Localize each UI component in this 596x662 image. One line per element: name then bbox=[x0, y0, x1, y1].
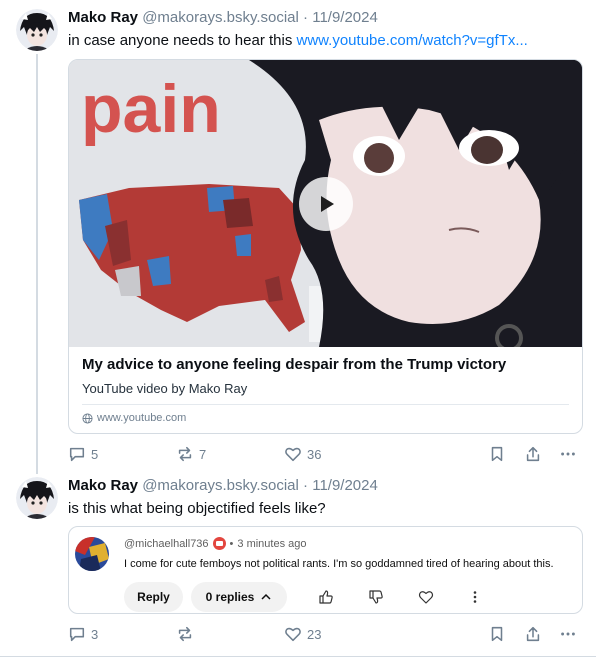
feed-divider bbox=[0, 656, 596, 657]
commenter-avatar bbox=[75, 537, 109, 571]
card-title[interactable]: My advice to anyone feeling despair from… bbox=[82, 356, 569, 373]
embedded-comment-screenshot[interactable]: @michaelhall736 • 3 minutes ago I come f… bbox=[68, 526, 583, 614]
more-button[interactable] bbox=[559, 445, 577, 463]
comment-reply-label: Reply bbox=[137, 590, 170, 604]
more-button[interactable] bbox=[559, 625, 577, 643]
repost-icon bbox=[178, 446, 192, 462]
chevron-up-icon bbox=[261, 593, 271, 600]
like-icon bbox=[285, 627, 301, 642]
avatar[interactable] bbox=[16, 477, 58, 519]
like-count: 23 bbox=[307, 626, 322, 642]
reply-button[interactable]: 3 bbox=[68, 625, 98, 643]
repost-count: 7 bbox=[199, 446, 207, 462]
thumb-word: pain bbox=[81, 71, 221, 147]
like-button[interactable]: 23 bbox=[284, 625, 321, 643]
thumbs-down-icon bbox=[369, 590, 383, 604]
meta-dot: • bbox=[229, 537, 234, 550]
commenter-handle: @michaelhall736 bbox=[124, 537, 209, 550]
thumbs-up-icon bbox=[319, 590, 333, 604]
like-count: 36 bbox=[307, 446, 322, 462]
card-domain-text: www.youtube.com bbox=[97, 412, 187, 424]
play-button[interactable] bbox=[299, 177, 353, 231]
repost-icon bbox=[178, 626, 192, 642]
reply-button[interactable]: 5 bbox=[68, 445, 98, 463]
post-actions: 3 23 bbox=[68, 625, 583, 645]
card-divider bbox=[82, 404, 569, 405]
bookmark-icon bbox=[491, 626, 503, 642]
author-name[interactable]: Mako Ray bbox=[68, 477, 138, 494]
comment-replies-toggle: 0 replies bbox=[191, 582, 287, 612]
card-body: My advice to anyone feeling despair from… bbox=[82, 356, 569, 424]
post-date[interactable]: 11/9/2024 bbox=[312, 9, 378, 26]
repost-button[interactable]: 7 bbox=[176, 445, 206, 463]
card-domain: www.youtube.com bbox=[82, 412, 569, 424]
separator: · bbox=[303, 9, 309, 26]
reply-count: 5 bbox=[91, 446, 99, 462]
comment-text: I come for cute femboys not political ra… bbox=[124, 558, 554, 570]
heart-icon bbox=[418, 591, 434, 604]
like-button[interactable]: 36 bbox=[284, 445, 321, 463]
avatar[interactable] bbox=[16, 9, 58, 51]
author-handle[interactable]: @makorays.bsky.social bbox=[142, 477, 299, 494]
share-button[interactable] bbox=[524, 445, 542, 463]
author-handle[interactable]: @makorays.bsky.social bbox=[142, 9, 299, 26]
bookmark-button[interactable] bbox=[488, 445, 506, 463]
post-body: in case anyone needs to hear this bbox=[68, 32, 297, 49]
link-card[interactable]: pain My advice to anyone feeling despair… bbox=[68, 59, 583, 434]
video-thumbnail[interactable]: pain bbox=[69, 60, 582, 347]
share-icon bbox=[526, 446, 540, 462]
post-text: is this what being objectified feels lik… bbox=[68, 500, 326, 517]
comment-time: 3 minutes ago bbox=[237, 537, 307, 550]
share-icon bbox=[526, 626, 540, 642]
post-header: Mako Ray @makorays.bsky.social · 11/9/20… bbox=[68, 9, 378, 26]
reply-icon bbox=[69, 447, 85, 462]
play-icon bbox=[321, 196, 334, 212]
reply-count: 3 bbox=[91, 626, 99, 642]
globe-icon bbox=[82, 412, 93, 424]
post-text: in case anyone needs to hear this www.yo… bbox=[68, 32, 528, 49]
author-name[interactable]: Mako Ray bbox=[68, 9, 138, 26]
comment-meta: @michaelhall736 • 3 minutes ago bbox=[124, 537, 307, 550]
comment-reply-button: Reply bbox=[124, 582, 183, 612]
thread-connector-line bbox=[36, 54, 38, 474]
kebab-icon bbox=[473, 591, 477, 603]
bookmark-button[interactable] bbox=[488, 625, 506, 643]
post-link[interactable]: www.youtube.com/watch?v=gfTx... bbox=[297, 32, 528, 49]
post-date[interactable]: 11/9/2024 bbox=[312, 477, 378, 494]
like-icon bbox=[285, 447, 301, 462]
post-actions: 5 7 36 bbox=[68, 445, 583, 465]
card-description: YouTube video by Mako Ray bbox=[82, 381, 248, 396]
reply-icon bbox=[69, 627, 85, 642]
replies-label: 0 replies bbox=[205, 590, 255, 604]
post-header: Mako Ray @makorays.bsky.social · 11/9/20… bbox=[68, 477, 378, 494]
channel-badge-icon bbox=[212, 537, 226, 550]
bookmark-icon bbox=[491, 446, 503, 462]
repost-button[interactable] bbox=[176, 625, 199, 643]
share-button[interactable] bbox=[524, 625, 542, 643]
more-icon bbox=[561, 632, 575, 636]
more-icon bbox=[561, 452, 575, 456]
separator: · bbox=[303, 477, 309, 494]
